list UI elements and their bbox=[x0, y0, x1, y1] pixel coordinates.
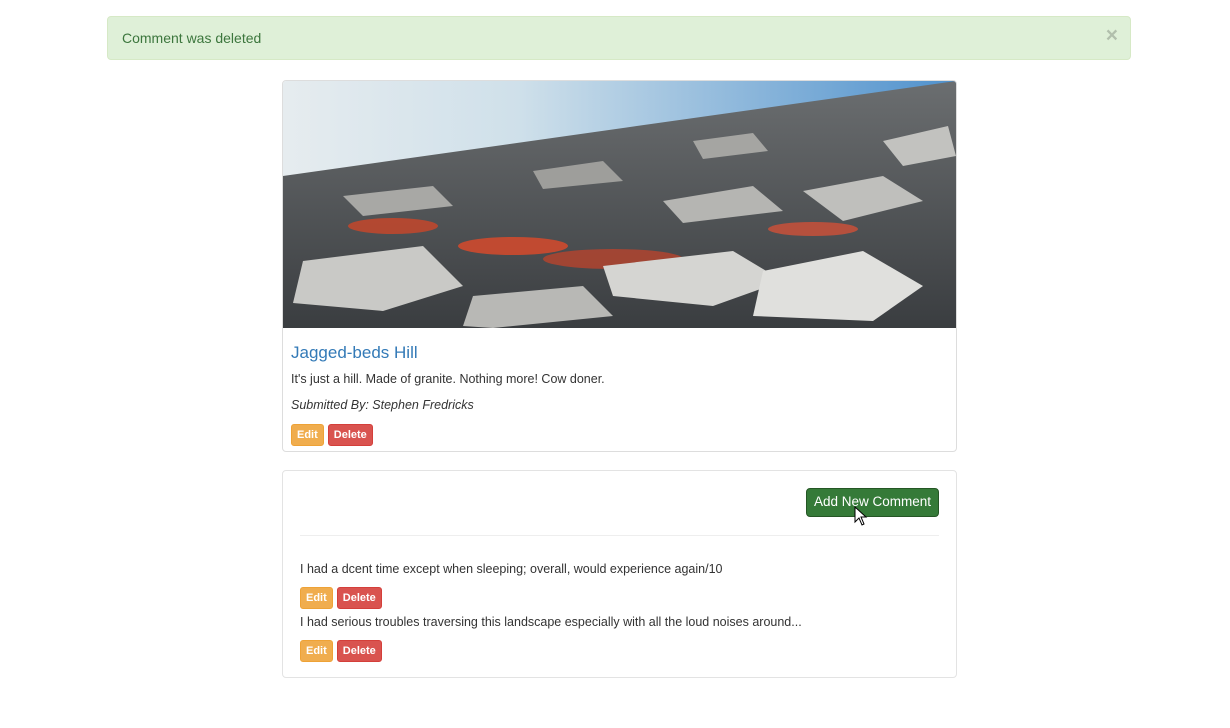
campground-caption: Jagged-beds Hill It's just a hill. Made … bbox=[291, 343, 948, 446]
comments-section: Add New Comment I had a dcent time excep… bbox=[282, 470, 957, 678]
delete-comment-button[interactable]: Delete bbox=[336, 587, 382, 609]
comment-text: I had serious troubles traversing this l… bbox=[300, 615, 802, 629]
campground-title-link[interactable]: Jagged-beds Hill bbox=[291, 343, 948, 363]
campground-author: Submitted By: Stephen Fredricks bbox=[291, 398, 474, 412]
add-new-comment-button[interactable]: Add New Comment bbox=[806, 488, 939, 517]
delete-comment-button[interactable]: Delete bbox=[336, 640, 382, 662]
edit-comment-button[interactable]: Edit bbox=[300, 587, 333, 609]
comment-item: I had serious troubles traversing this l… bbox=[300, 614, 939, 662]
flash-success-alert: Comment was deleted × bbox=[107, 16, 1131, 60]
campground-card: Jagged-beds Hill It's just a hill. Made … bbox=[282, 80, 957, 452]
comment-text: I had a dcent time except when sleeping;… bbox=[300, 562, 723, 576]
mouse-cursor-icon bbox=[854, 506, 868, 526]
edit-comment-button[interactable]: Edit bbox=[300, 640, 333, 662]
campground-description: It's just a hill. Made of granite. Nothi… bbox=[291, 372, 605, 386]
close-icon[interactable]: × bbox=[1106, 25, 1118, 46]
divider bbox=[300, 535, 939, 536]
campground-image bbox=[283, 81, 956, 328]
delete-campground-button[interactable]: Delete bbox=[327, 424, 373, 446]
edit-campground-button[interactable]: Edit bbox=[291, 424, 324, 446]
comment-item: I had a dcent time except when sleeping;… bbox=[300, 561, 939, 609]
alert-message: Comment was deleted bbox=[122, 30, 262, 46]
